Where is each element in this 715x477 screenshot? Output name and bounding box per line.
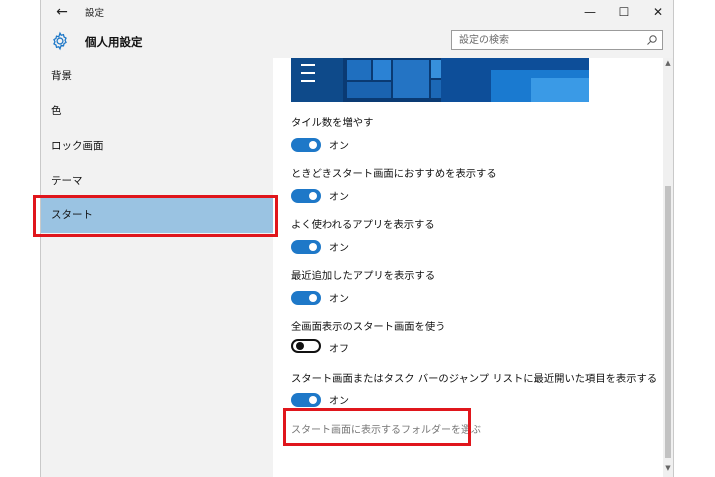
close-icon[interactable]: ✕ xyxy=(641,0,675,24)
settings-window: ← 設定 — ☐ ✕ 個人用設定 背景 色 ロック画面 xyxy=(40,0,674,477)
toggle-full-screen[interactable] xyxy=(291,339,321,353)
setting-suggestions-label: ときどきスタート画面におすすめを表示する xyxy=(291,168,497,180)
toggle-state-label: オン xyxy=(329,294,349,305)
window-title: 設定 xyxy=(85,8,105,19)
scrollbar-thumb[interactable] xyxy=(665,186,671,458)
search-box[interactable] xyxy=(451,30,663,50)
toggle-knob xyxy=(296,342,304,350)
toggle-most-used[interactable] xyxy=(291,240,321,254)
toggle-state-label: オフ xyxy=(329,344,349,355)
setting-recently-added-label: 最近追加したアプリを表示する xyxy=(291,270,436,282)
title-bar: ← 設定 — ☐ ✕ xyxy=(41,0,673,24)
toggle-state-label: オン xyxy=(329,192,349,203)
highlight-folder-link xyxy=(283,408,471,446)
toggle-suggestions[interactable] xyxy=(291,189,321,203)
toggle-knob xyxy=(309,141,317,149)
toggle-knob xyxy=(309,192,317,200)
setting-full-screen-label: 全画面表示のスタート画面を使う xyxy=(291,321,446,333)
page-title: 個人用設定 xyxy=(85,35,143,49)
toggle-state-label: オン xyxy=(329,141,349,152)
toggle-recently-added[interactable] xyxy=(291,291,321,305)
sidebar-item-label: 色 xyxy=(51,105,62,117)
sidebar-item-color[interactable]: 色 xyxy=(41,93,273,129)
start-preview-image xyxy=(291,58,589,102)
search-icon[interactable] xyxy=(646,34,658,46)
maximize-icon[interactable]: ☐ xyxy=(607,0,641,24)
toggle-jump-list[interactable] xyxy=(291,393,321,407)
sidebar-item-themes[interactable]: テーマ xyxy=(41,163,273,199)
sidebar-item-label: 背景 xyxy=(51,70,72,82)
scroll-down-icon[interactable]: ▼ xyxy=(663,463,673,473)
scrollbar[interactable]: ▲ ▼ xyxy=(663,58,673,477)
scroll-up-icon[interactable]: ▲ xyxy=(663,58,673,68)
sidebar-item-label: ロック画面 xyxy=(51,140,104,152)
sidebar-item-lock-screen[interactable]: ロック画面 xyxy=(41,128,273,164)
page-header: 個人用設定 xyxy=(41,24,673,58)
highlight-start-item xyxy=(33,195,278,237)
setting-jump-list-label: スタート画面またはタスク バーのジャンプ リストに最近開いた項目を表示する xyxy=(291,373,658,385)
gear-icon xyxy=(53,31,67,51)
setting-most-used-label: よく使われるアプリを表示する xyxy=(291,219,435,231)
sidebar: 背景 色 ロック画面 テーマ スタート xyxy=(41,58,273,477)
toggle-state-label: オン xyxy=(329,243,349,254)
toggle-knob xyxy=(309,396,317,404)
toggle-more-tiles[interactable] xyxy=(291,138,321,152)
sidebar-item-label: テーマ xyxy=(51,175,83,187)
toggle-knob xyxy=(309,294,317,302)
search-input[interactable] xyxy=(452,31,649,49)
toggle-state-label: オン xyxy=(329,396,349,407)
toggle-knob xyxy=(309,243,317,251)
sidebar-item-background[interactable]: 背景 xyxy=(41,58,273,94)
back-arrow-icon[interactable]: ← xyxy=(51,3,73,21)
setting-more-tiles-label: タイル数を増やす xyxy=(291,117,374,129)
minimize-icon[interactable]: — xyxy=(573,0,607,24)
